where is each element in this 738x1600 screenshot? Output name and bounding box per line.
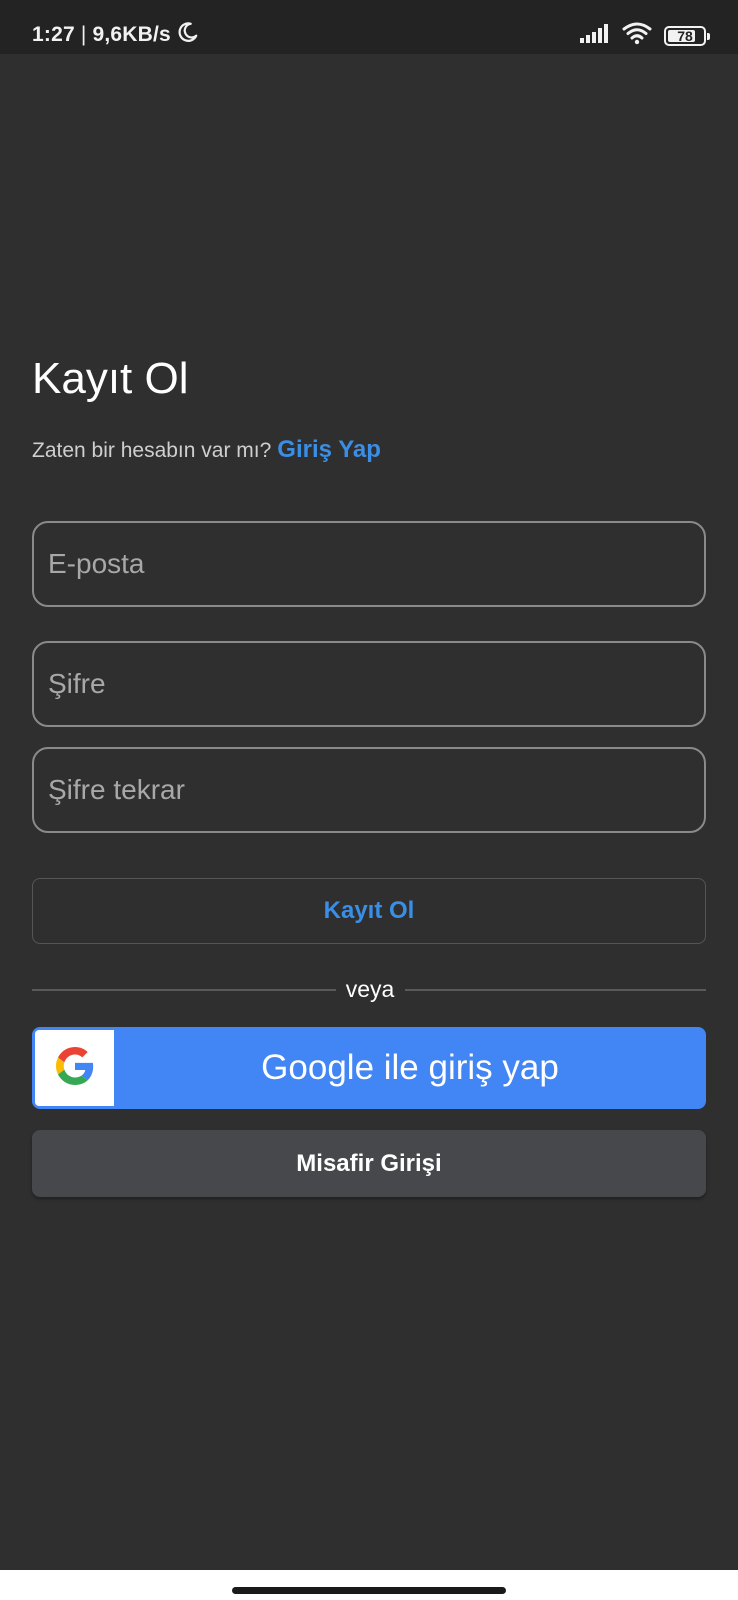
status-separator: | (80, 23, 87, 46)
network-speed: 9,6KB/s (92, 23, 171, 46)
battery-icon: 78 (664, 25, 710, 46)
divider-line-left (32, 989, 336, 991)
email-field[interactable] (32, 521, 706, 607)
moon-icon (177, 21, 199, 49)
password-field[interactable] (32, 641, 706, 727)
have-account-text: Zaten bir hesabın var mı? (32, 439, 272, 462)
login-prompt: Zaten bir hesabın var mı? Giriş Yap (32, 436, 381, 464)
divider-text: veya (345, 976, 395, 1002)
login-link[interactable]: Giriş Yap (277, 436, 381, 463)
google-signin-button[interactable]: Google ile giriş yap (32, 1027, 706, 1109)
register-button[interactable]: Kayıt Ol (32, 878, 706, 944)
google-icon-box (35, 1030, 114, 1106)
divider-line-right (405, 989, 706, 991)
status-bar: 1:27 | 9,6KB/s 78 (0, 0, 738, 54)
status-time: 1:27 (32, 23, 75, 46)
status-right: 78 (580, 21, 710, 50)
battery-level: 78 (677, 27, 693, 44)
guest-login-button[interactable]: Misafir Girişi (32, 1130, 706, 1197)
password-repeat-field[interactable] (32, 747, 706, 833)
signal-icon (580, 23, 610, 48)
wifi-icon (622, 21, 652, 50)
page-title: Kayıt Ol (32, 354, 189, 403)
home-gesture-handle[interactable] (232, 1587, 506, 1594)
google-signin-label: Google ile giriş yap (261, 1048, 559, 1087)
navigation-bar (0, 1570, 738, 1600)
status-left: 1:27 | 9,6KB/s (32, 21, 199, 49)
google-icon (55, 1046, 94, 1090)
divider: veya (32, 976, 706, 1004)
